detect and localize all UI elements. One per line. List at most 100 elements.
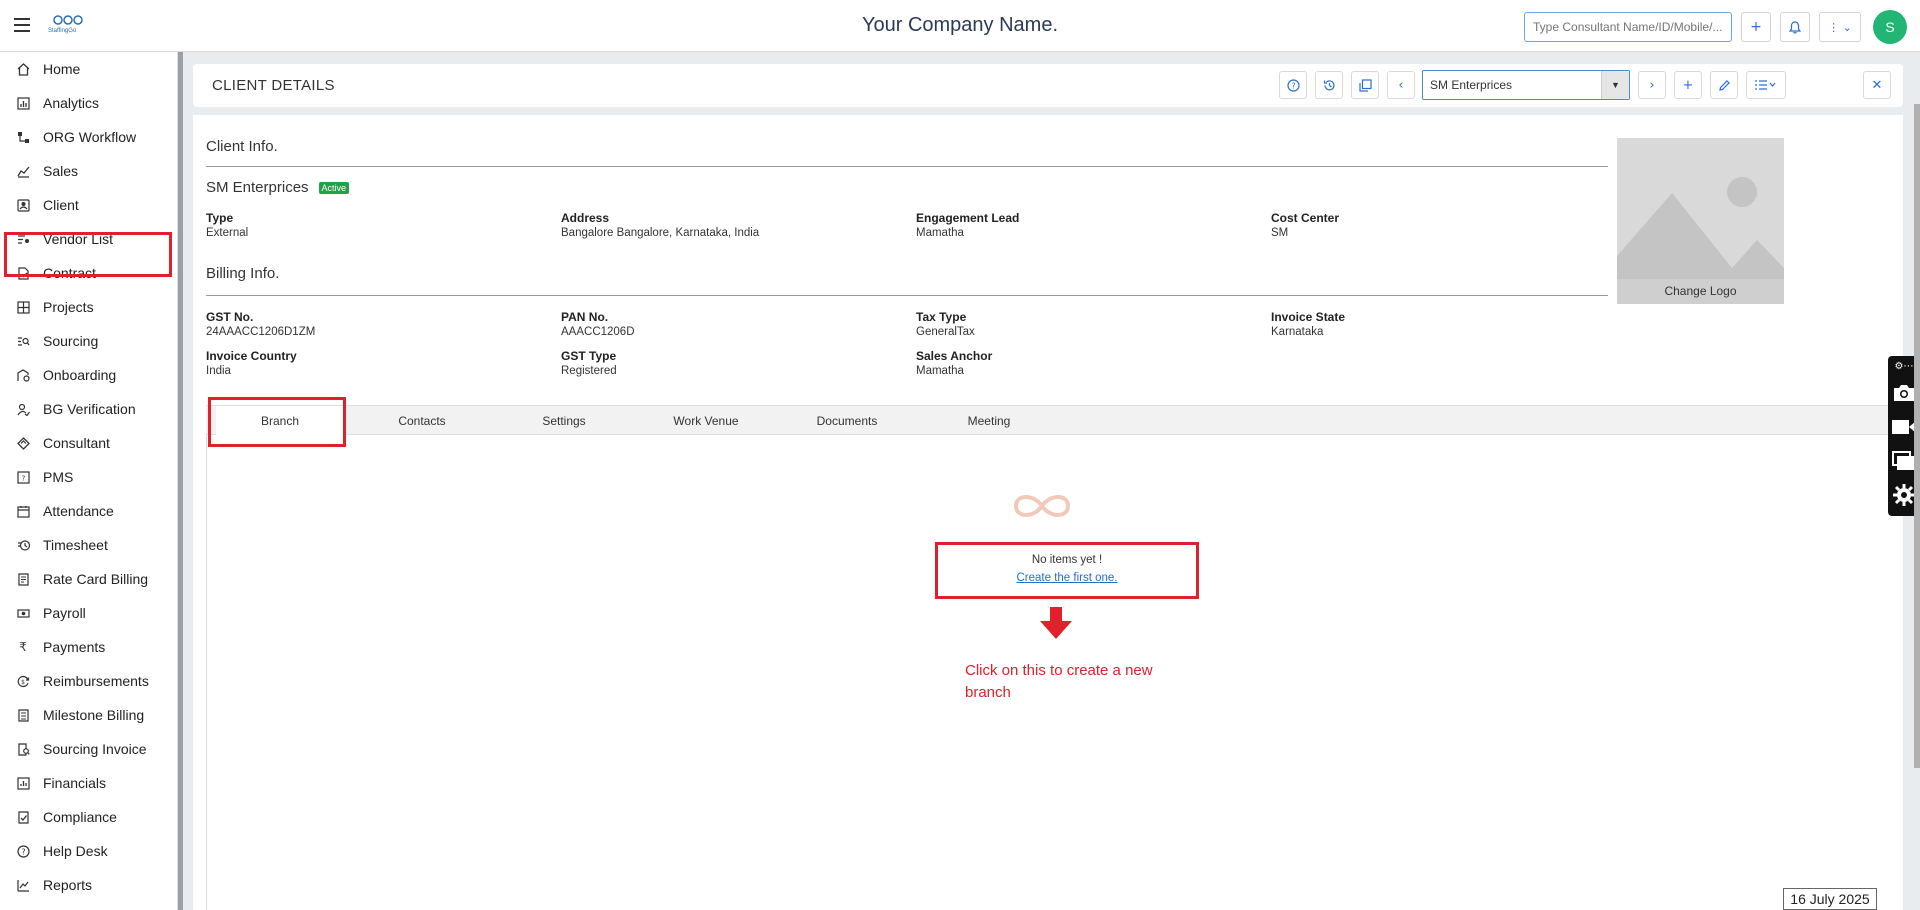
plus-icon: + (1682, 77, 1694, 93)
page-scrollbar[interactable] (1914, 104, 1920, 768)
milestone-icon (16, 708, 30, 722)
edit-button[interactable] (1710, 71, 1738, 99)
tab-meeting[interactable]: Meeting (925, 406, 1053, 436)
sidebar-item-sales[interactable]: Sales (0, 154, 178, 188)
sidebar-item-home[interactable]: Home (0, 52, 178, 86)
history-button[interactable] (1315, 71, 1343, 99)
sidebar-item-timesheet[interactable]: Timesheet (0, 528, 178, 562)
sidebar-item-attendance[interactable]: Attendance (0, 494, 178, 528)
client-logo-placeholder[interactable]: Change Logo (1617, 138, 1784, 304)
field-label: Sales Anchor (916, 349, 993, 363)
sales-icon (16, 164, 30, 178)
tab-contacts[interactable]: Contacts (358, 406, 486, 436)
consultant-search-input[interactable] (1524, 12, 1732, 42)
next-button[interactable]: › (1638, 71, 1666, 99)
field-gst-no: GST No. 24AAACC1206D1ZM (206, 310, 315, 338)
notification-button[interactable] (1780, 12, 1810, 42)
client-details-card: Client Info. SM Enterprices Active Type … (193, 115, 1903, 910)
sidebar-item-payments[interactable]: ₹ Payments (0, 630, 178, 664)
field-invoice-state: Invoice State Karnataka (1271, 310, 1345, 338)
create-first-branch-link[interactable]: Create the first one. (1017, 572, 1118, 584)
field-value: SM (1271, 227, 1289, 239)
client-name-text: SM Enterprices (206, 179, 309, 196)
client-select[interactable]: SM Enterprices ▼ (1422, 70, 1630, 100)
sidebar-item-analytics[interactable]: Analytics (0, 86, 178, 120)
billing-info-title: Billing Info. (206, 265, 280, 282)
field-label: GST Type (561, 349, 617, 363)
sidebar-item-label: Reports (43, 877, 93, 893)
field-value: External (206, 227, 249, 239)
sidebar-item-consultant[interactable]: Consultant (0, 426, 178, 460)
sidebar-item-onboarding[interactable]: Onboarding (0, 358, 178, 392)
menu-icon[interactable] (14, 18, 30, 32)
add-button[interactable]: + (1741, 12, 1771, 42)
change-logo-button[interactable]: Change Logo (1617, 279, 1784, 304)
sidebar-item-label: Timesheet (43, 537, 108, 553)
history-icon (1323, 79, 1335, 90)
sidebar-item-sourcing[interactable]: Sourcing (0, 324, 178, 358)
field-label: Type (206, 211, 234, 225)
chevron-left-icon: ‹ (1398, 77, 1404, 93)
field-value: Registered (561, 365, 617, 377)
sidebar-item-label: Client (43, 197, 79, 213)
invoice-icon (16, 742, 30, 756)
reports-icon (16, 878, 30, 892)
field-sales-anchor: Sales Anchor Mamatha (916, 349, 992, 377)
tab-settings[interactable]: Settings (500, 406, 628, 436)
close-button[interactable]: ✕ (1863, 71, 1891, 99)
sidebar-item-financials[interactable]: Financials (0, 766, 178, 800)
sidebar-item-reports[interactable]: Reports (0, 868, 178, 902)
logo-text: StaffingGo (48, 28, 77, 34)
page-title: CLIENT DETAILS (212, 77, 335, 94)
sidebar-item-payroll[interactable]: Payroll (0, 596, 178, 630)
consultant-icon (16, 436, 30, 450)
add-client-button[interactable]: + (1674, 71, 1702, 99)
list-icon (1755, 80, 1776, 90)
sidebar-item-client[interactable]: Client (0, 188, 178, 222)
sidebar-item-bg-verification[interactable]: BG Verification (0, 392, 178, 426)
sidebar-item-label: BG Verification (43, 401, 136, 417)
sidebar-item-sourcing-invoice[interactable]: Sourcing Invoice (0, 732, 178, 766)
date-stamp: 16 July 2025 (1783, 888, 1877, 910)
field-value: Mamatha (916, 365, 964, 377)
field-type: Type External (206, 211, 248, 239)
sidebar-item-projects[interactable]: Projects (0, 290, 178, 324)
bell-icon (1789, 20, 1801, 34)
payroll-icon (16, 606, 30, 620)
home-icon (16, 62, 30, 76)
sidebar-item-org-workflow[interactable]: ORG Workflow (0, 120, 178, 154)
copy-icon (1358, 78, 1372, 92)
sidebar-item-pms[interactable]: ? PMS (0, 460, 178, 494)
copy-button[interactable] (1351, 71, 1379, 99)
client-icon (16, 198, 30, 212)
sidebar-item-rate-card-billing[interactable]: Rate Card Billing (0, 562, 178, 596)
chevron-right-icon: › (1649, 77, 1655, 93)
more-options-button[interactable]: ⋮ ⌄ (1819, 12, 1861, 42)
arrow-down-icon (1040, 607, 1072, 639)
sidebar-item-reimbursements[interactable]: $ Reimbursements (0, 664, 178, 698)
field-label: GST No. (206, 310, 254, 324)
tab-documents[interactable]: Documents (783, 406, 911, 436)
sidebar-item-milestone-billing[interactable]: Milestone Billing (0, 698, 178, 732)
previous-button[interactable]: ‹ (1387, 71, 1415, 99)
field-gst-type: GST Type Registered (561, 349, 617, 377)
status-badge: Active (318, 181, 350, 194)
sidebar-item-compliance[interactable]: Compliance (0, 800, 178, 834)
field-value: India (206, 365, 231, 377)
staffinggo-logo[interactable]: StaffingGo (48, 12, 90, 38)
client-details-header: CLIENT DETAILS ? ‹ SM Enterprices ▼ › + … (193, 64, 1903, 107)
tab-work-venue[interactable]: Work Venue (642, 406, 770, 436)
image-placeholder-icon (1617, 177, 1784, 279)
field-invoice-country: Invoice Country India (206, 349, 297, 377)
field-label: Engagement Lead (916, 211, 1020, 225)
sidebar-scrollbar[interactable] (178, 52, 183, 910)
list-options-button[interactable] (1746, 71, 1786, 99)
sidebar-item-help-desk[interactable]: ? Help Desk (0, 834, 178, 868)
user-avatar[interactable]: S (1873, 10, 1907, 44)
help-button[interactable]: ? (1279, 71, 1307, 99)
projects-icon (16, 300, 30, 314)
sidebar: Home Analytics ORG Workflow Sales Client… (0, 52, 178, 910)
sidebar-item-label: Sales (43, 163, 79, 179)
field-pan-no: PAN No. AAACC1206D (561, 310, 635, 338)
client-info-title: Client Info. (206, 138, 278, 155)
